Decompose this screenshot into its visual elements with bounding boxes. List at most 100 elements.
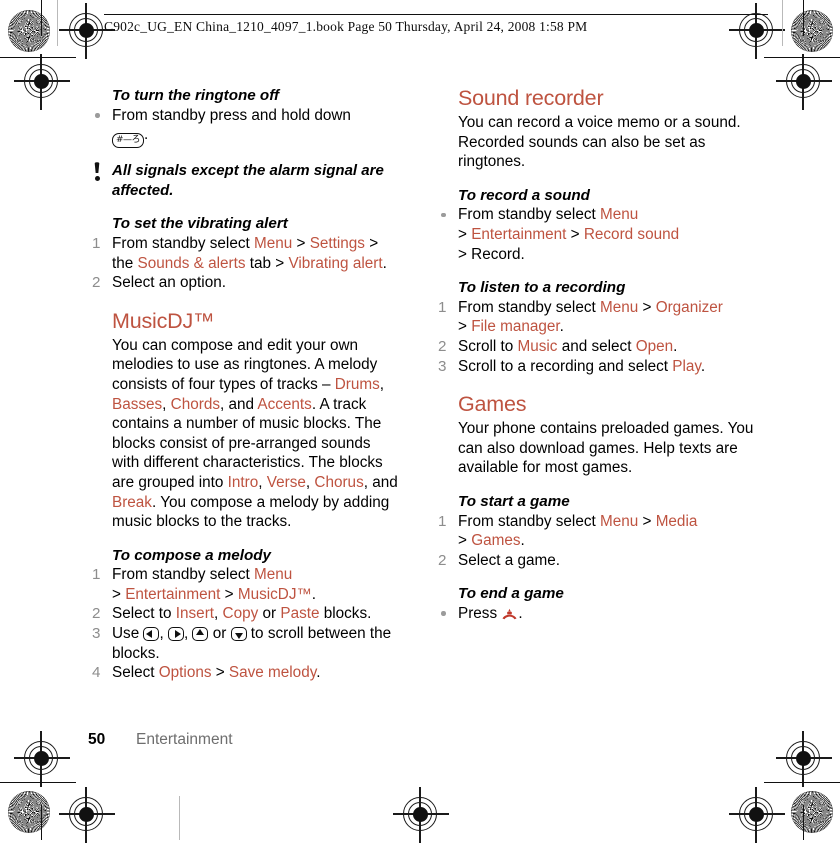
step-text-part: > [458,532,472,550]
entertainment-ref: Entertainment [471,225,567,243]
nav-up-key-icon [192,627,209,642]
nav-right-key-icon [167,627,184,642]
bullet-icon [95,113,100,118]
step-text: From standby select Menu > Organizer > F… [458,299,723,336]
hash-key-icon: #—ろ [112,133,144,149]
list-item: 2 Select a game. [432,551,762,571]
paragraph-musicdj: You can compose and edit your own melodi… [112,336,398,532]
list-item: From standby press and hold down #—ろ. [86,106,398,149]
step-text-part: tab > [245,254,289,272]
heading-to-start-a-game: To start a game [458,492,570,510]
step-number: 3 [92,625,101,643]
step-text: From standby select Menu > Entertainment… [458,206,679,262]
heading-to-end-a-game: To end a game [458,585,564,603]
save-melody-ref: Save melody [228,664,317,682]
list-item: 3 Scroll to a recording and select Play. [432,357,762,377]
paragraph-part: , [379,375,385,393]
games-ref: Games [471,532,521,550]
step-text-part: Scroll to [458,337,518,355]
step-text-part: . [559,318,564,336]
end-call-key-icon [501,608,518,620]
step-text-part: . [311,585,317,603]
step-text-part: Press [458,604,502,622]
step-text: From standby select Menu > Settings > th… [112,235,387,272]
step-number: 1 [438,298,447,316]
heading-to-turn-the-ringtone-off: To turn the ringtone off [112,87,280,104]
step-text-part: > [211,664,229,682]
heading-to-compose-a-melody: To compose a melody [112,546,271,564]
note-all-signals: All signals except the alarm signal are … [86,161,398,200]
step-text: From standby select Menu > Media > Games… [458,513,697,550]
exclamation-icon [92,162,102,182]
bullet-icon [441,611,446,616]
step-text: Press . [458,605,523,622]
paragraph-part: , and [219,395,258,413]
step-text-part: > [638,298,656,316]
step-text-part: , [183,625,193,643]
break-ref: Break [112,493,152,511]
step-text: Scroll to Music and select Open. [458,338,677,355]
nav-down-key-icon [230,627,247,642]
step-text-part: or [208,625,231,643]
step-text-part: blocks. [319,605,372,623]
step-number: 2 [438,337,447,355]
menu-ref: Menu [599,298,639,316]
heading-to-listen-to-a-recording: To listen to a recording [458,279,626,297]
copy-ref: Copy [222,605,259,623]
intro-ref: Intro [227,473,259,491]
step-text-part: . [700,357,706,375]
step-text-part: > [220,585,238,603]
step-text-part: From standby select [458,206,600,224]
right-column: Sound recorder You can record a voice me… [432,86,762,623]
open-ref: Open [635,337,674,355]
insert-ref: Insert [175,605,215,623]
step-text-part: From standby select [112,566,254,584]
options-ref: Options [158,664,212,682]
list-item: Press . [432,604,762,624]
paste-ref: Paste [280,605,320,623]
step-text-part: > [566,225,584,243]
music-ref: Music [517,337,558,355]
step-text-part: and select [557,337,636,355]
step-text: Use , , or to scroll between the blocks. [112,625,391,662]
chords-ref: Chords [170,395,220,413]
bullet-icon [441,212,446,218]
step-number: 1 [92,566,101,584]
step-number: 2 [92,274,101,292]
step-text-part: > [112,585,126,603]
heading-games: Games [458,392,527,417]
menu-ref: Menu [599,512,639,530]
list-item: 2 Scroll to Music and select Open. [432,337,762,357]
step-text-part: . [316,664,321,682]
verse-ref: Verse [266,473,306,491]
list-item: 1 From standby select Menu > Settings > … [86,234,398,273]
left-column: To turn the ringtone off From standby pr… [86,86,398,683]
step-text-part: Scroll to a recording and select [458,357,673,375]
menu-ref: Menu [253,566,293,584]
step-text-part: > [292,234,310,252]
step-number: 3 [438,357,447,375]
record-sound-ref: Record sound [583,225,680,243]
step-text: Scroll to a recording and select Play. [458,358,705,375]
list-item: 1 From standby select Menu > Media > Gam… [432,512,762,551]
settings-ref: Settings [309,234,365,252]
step-text-part: From standby select [112,234,254,252]
list-item: 2 Select an option. [86,273,398,293]
heading-musicdj: MusicDJ™ [112,308,215,333]
step-text: From standby select Menu > Entertainment… [112,566,316,603]
step-text-part: or [258,605,281,623]
list-item: 1 From standby select Menu > Entertainme… [86,565,398,604]
menu-ref: Menu [599,206,639,224]
list-item: 1 From standby select Menu > Organizer >… [432,298,762,337]
step-text-part: From standby press and hold down [112,106,351,124]
step-text-part: > [458,225,472,243]
list-item: 4 Select Options > Save melody. [86,663,398,683]
step-text-part: . [382,254,387,272]
note-text: All signals except the alarm signal are … [112,162,384,199]
step-text-part: , [214,605,223,623]
page-content: To turn the ringtone off From standby pr… [0,0,840,840]
step-text: From standby press and hold down #—ろ. [112,106,351,149]
step-text-part: Use [112,625,144,643]
drums-ref: Drums [334,375,380,393]
step-number: 2 [438,551,447,569]
